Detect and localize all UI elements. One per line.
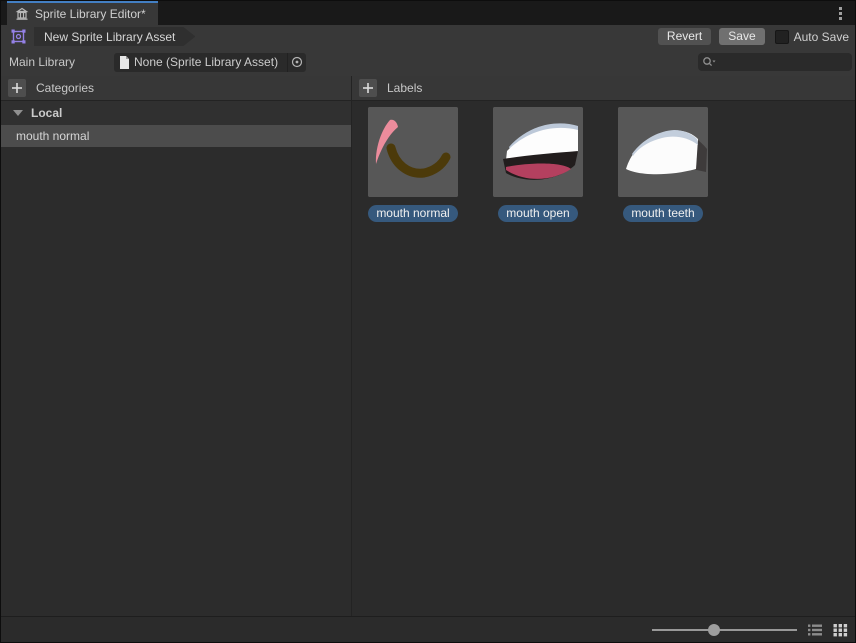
main-library-label: Main Library xyxy=(9,55,114,69)
object-field-value: None (Sprite Library Asset) xyxy=(134,55,287,69)
add-category-button[interactable] xyxy=(8,79,26,97)
toolbar: New Sprite Library Asset Revert Save Aut… xyxy=(1,25,855,48)
sprite-item-mouth-normal[interactable]: mouth normal xyxy=(368,107,458,222)
foldout-arrow-icon xyxy=(13,110,23,116)
sprite-item-mouth-open[interactable]: mouth open xyxy=(493,107,583,222)
zoom-slider-thumb[interactable] xyxy=(708,624,720,636)
object-picker-icon xyxy=(291,56,303,68)
grid-view-icon xyxy=(833,623,848,637)
revert-button[interactable]: Revert xyxy=(658,28,711,45)
titlebar: Sprite Library Editor* xyxy=(1,1,855,25)
tab-sprite-library-editor[interactable]: Sprite Library Editor* xyxy=(7,1,158,25)
toolbar-actions: Revert Save Auto Save xyxy=(658,28,849,45)
sprite-label-pill: mouth open xyxy=(498,205,577,222)
search-field[interactable] xyxy=(698,53,852,71)
zoom-slider[interactable] xyxy=(652,623,797,637)
main-library-object-field[interactable]: None (Sprite Library Asset) xyxy=(114,53,306,72)
panels: Local mouth normal mouth normal xyxy=(1,101,855,616)
local-group-label: Local xyxy=(31,106,62,120)
local-foldout[interactable]: Local xyxy=(1,101,351,125)
sprite-thumbnail-mouth-teeth xyxy=(618,107,708,197)
sprite-thumbnail-mouth-open xyxy=(493,107,583,197)
categories-header-label: Categories xyxy=(36,81,94,95)
sprite-thumbnail-mouth-normal xyxy=(368,107,458,197)
search-input[interactable] xyxy=(716,55,848,69)
zoom-slider-track[interactable] xyxy=(652,629,797,631)
grid-view-button[interactable] xyxy=(833,623,848,637)
labels-panel: mouth normal mouth open xyxy=(352,101,855,616)
save-button[interactable]: Save xyxy=(719,28,764,45)
panel-headers: Categories Labels xyxy=(1,76,855,101)
sprite-library-asset-icon xyxy=(10,28,27,45)
categories-header: Categories xyxy=(1,76,352,100)
list-view-button[interactable] xyxy=(807,623,823,637)
plus-icon xyxy=(11,82,23,94)
library-icon xyxy=(15,7,29,21)
sprite-library-editor-window: Sprite Library Editor* New Sprite Librar… xyxy=(0,0,856,643)
kebab-menu-icon[interactable] xyxy=(829,1,851,25)
auto-save-checkbox[interactable] xyxy=(775,30,789,44)
tab-title: Sprite Library Editor* xyxy=(35,7,146,21)
labels-header: Labels xyxy=(352,76,855,100)
category-item-mouth-normal[interactable]: mouth normal xyxy=(1,125,351,147)
add-label-button[interactable] xyxy=(359,79,377,97)
sprite-grid: mouth normal mouth open xyxy=(352,101,855,222)
document-icon xyxy=(119,56,130,69)
main-library-row: Main Library None (Sprite Library Asset) xyxy=(1,48,855,76)
breadcrumb[interactable]: New Sprite Library Asset xyxy=(34,27,195,46)
list-view-icon xyxy=(807,623,823,637)
bottom-bar-controls xyxy=(652,623,848,637)
auto-save-label: Auto Save xyxy=(794,30,849,44)
sprite-label-pill: mouth teeth xyxy=(623,205,702,222)
plus-icon xyxy=(362,82,374,94)
bottom-bar xyxy=(1,616,855,642)
object-picker-button[interactable] xyxy=(287,53,306,72)
categories-panel: Local mouth normal xyxy=(1,101,352,616)
sprite-label-pill: mouth normal xyxy=(368,205,457,222)
auto-save-toggle[interactable]: Auto Save xyxy=(775,30,849,44)
sprite-item-mouth-teeth[interactable]: mouth teeth xyxy=(618,107,708,222)
search-icon xyxy=(702,56,716,68)
labels-header-label: Labels xyxy=(387,81,422,95)
